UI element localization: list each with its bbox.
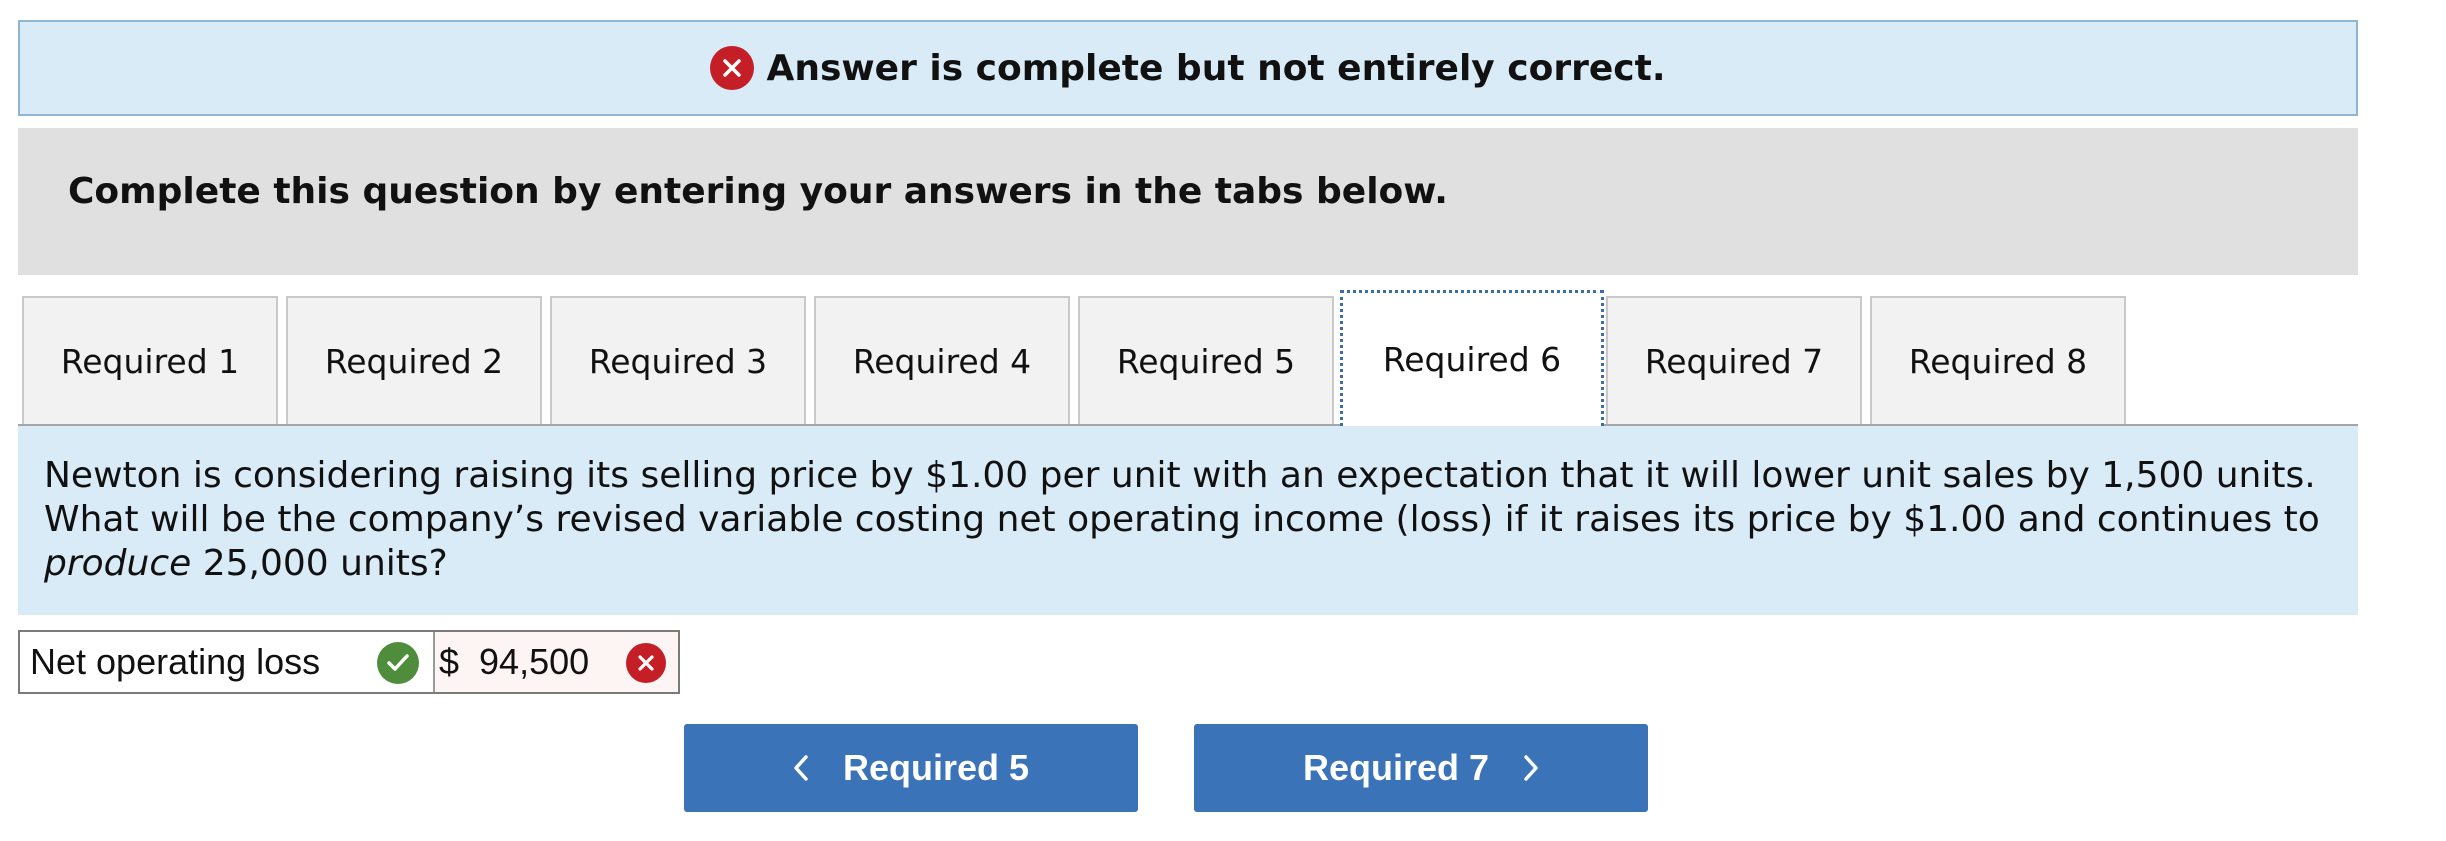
next-button-label: Required 7 bbox=[1302, 747, 1490, 788]
answer-label: Net operating loss bbox=[30, 641, 321, 682]
prev-button-label: Required 5 bbox=[842, 747, 1030, 788]
tab-required-3[interactable]: Required 3 bbox=[550, 296, 806, 424]
question-emphasis: produce bbox=[44, 543, 192, 584]
tab-required-8[interactable]: Required 8 bbox=[1870, 296, 2126, 424]
answer-value-input[interactable]: $ 94,500 bbox=[435, 632, 678, 692]
tab-required-5[interactable]: Required 5 bbox=[1078, 296, 1334, 424]
answer-value: 94,500 bbox=[479, 641, 590, 682]
question-line-1: Newton is considering raising its sellin… bbox=[44, 455, 2316, 496]
chevron-right-icon bbox=[1523, 754, 1539, 782]
tab-required-1[interactable]: Required 1 bbox=[22, 296, 278, 424]
feedback-banner: Answer is complete but not entirely corr… bbox=[18, 20, 2358, 116]
instruction-text: Complete this question by entering your … bbox=[68, 171, 1448, 212]
next-required-button[interactable]: Required 7 bbox=[1194, 724, 1648, 812]
instruction-panel: Complete this question by entering your … bbox=[18, 128, 2358, 275]
tab-required-7[interactable]: Required 7 bbox=[1606, 296, 1862, 424]
question-line-3: produce 25,000 units? bbox=[44, 542, 2332, 586]
correct-check-icon bbox=[377, 642, 419, 684]
prev-required-button[interactable]: Required 5 bbox=[684, 724, 1138, 812]
tab-required-6[interactable]: Required 6 bbox=[1340, 290, 1604, 426]
incorrect-x-icon bbox=[626, 643, 666, 683]
tab-required-4[interactable]: Required 4 bbox=[814, 296, 1070, 424]
chevron-left-icon bbox=[793, 754, 809, 782]
error-icon bbox=[710, 46, 755, 90]
question-line-2: What will be the company’s revised varia… bbox=[44, 499, 2320, 540]
question-text: Newton is considering raising its sellin… bbox=[18, 426, 2358, 615]
answer-row: Net operating loss $ 94,500 bbox=[18, 630, 680, 694]
currency-symbol: $ bbox=[439, 641, 460, 682]
tab-required-2[interactable]: Required 2 bbox=[286, 296, 542, 424]
question-line-3-rest: 25,000 units? bbox=[191, 543, 448, 584]
feedback-message: Answer is complete but not entirely corr… bbox=[766, 47, 1666, 89]
answer-label-cell[interactable]: Net operating loss bbox=[20, 632, 435, 692]
